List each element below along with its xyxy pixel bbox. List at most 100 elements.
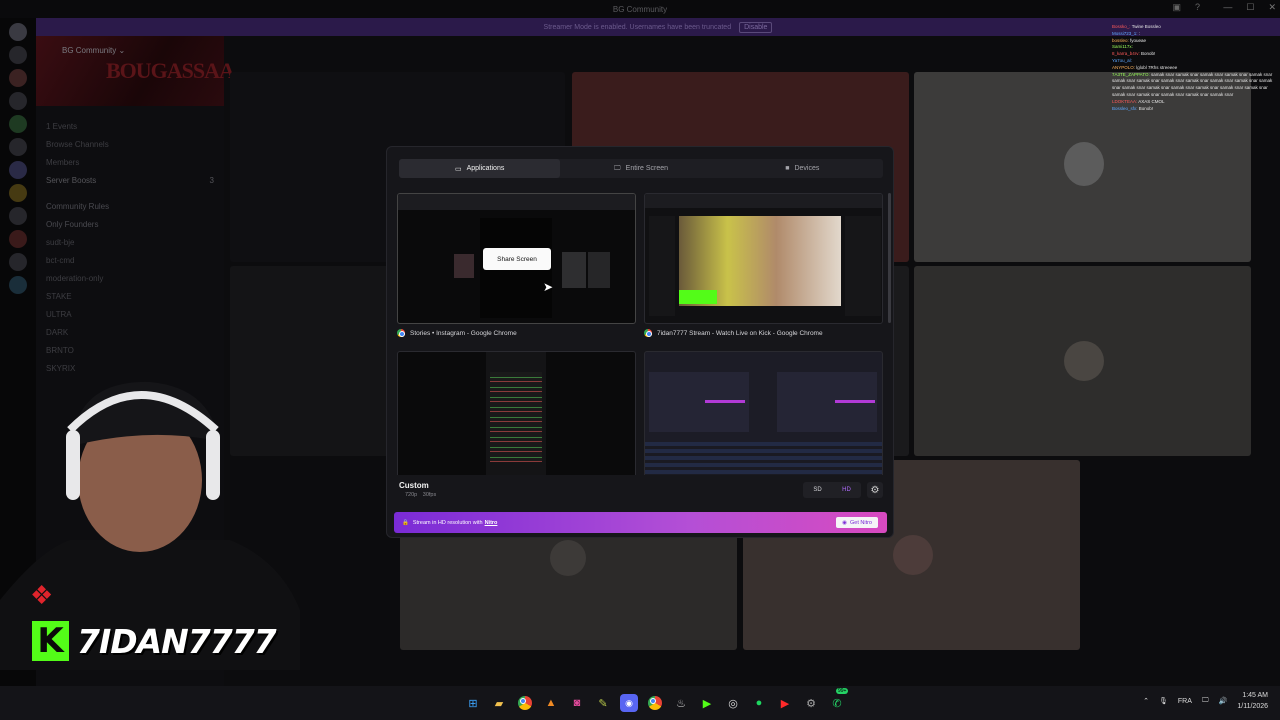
chrome-alt-icon[interactable]	[646, 694, 664, 712]
windows-start-icon[interactable]: ⊞	[464, 694, 482, 712]
disable-streamer-mode-button[interactable]: Disable	[739, 21, 773, 33]
lock-icon: 🔒	[402, 519, 409, 526]
kick-icon[interactable]: ▶	[698, 694, 716, 712]
chrome-icon	[644, 329, 652, 337]
channel-item[interactable]: STAKE	[46, 288, 214, 306]
boosts-label: Server Boosts	[46, 176, 97, 185]
taskbar-apps: ⊞ ▰ ▲ ◙ ✎ ◉ ♨ ▶ ◎ ● ▶ ⚙ ✆ 99+	[464, 688, 849, 712]
sidebar-item-boosts[interactable]: Server Boosts 3	[46, 172, 214, 190]
server-icon[interactable]	[9, 46, 27, 64]
source-caption: 7idan7777 Stream - Watch Live on Kick - …	[644, 329, 883, 337]
source-thumbnail	[644, 351, 883, 475]
voice-user[interactable]: DARK	[46, 324, 214, 342]
maximize-icon[interactable]: ☐	[1246, 2, 1254, 13]
server-icon[interactable]	[9, 92, 27, 110]
streamer-mode-text: Streamer Mode is enabled. Usernames have…	[543, 23, 732, 31]
settings-icon[interactable]: ⚙	[802, 694, 820, 712]
sidebar-item-members[interactable]: Members	[46, 154, 214, 172]
fps-value: 30fps	[422, 492, 437, 498]
pen-icon[interactable]: ✎	[594, 694, 612, 712]
share-screen-button[interactable]: Share Screen	[483, 248, 551, 270]
server-icon[interactable]	[9, 230, 27, 248]
tab-applications[interactable]: ▭ Applications	[399, 159, 561, 178]
sd-option[interactable]: SD	[803, 482, 832, 498]
get-nitro-button[interactable]: ◉ Get Nitro	[836, 517, 878, 528]
monitor-icon: 🖵	[613, 164, 621, 172]
channel-item[interactable]: ULTRA	[46, 306, 214, 324]
tab-label: Devices	[794, 165, 820, 172]
discord-icon[interactable]: ◉	[620, 694, 638, 712]
sidebar-item-events[interactable]: 1 Events	[46, 118, 214, 136]
settings-gear-icon[interactable]: ⚙	[867, 482, 883, 498]
source-card-obs[interactable]	[644, 351, 883, 475]
server-wordmark: BOUGASSAA	[106, 58, 235, 83]
sidebar-item-browse[interactable]: Browse Channels	[46, 136, 214, 154]
streamer-brand: K 7IDAN7777	[32, 621, 277, 661]
microphone-icon[interactable]: 🎙	[1159, 697, 1168, 705]
camera-icon: ■	[785, 165, 790, 172]
nitro-link[interactable]: Nitro	[485, 520, 498, 526]
source-card[interactable]	[397, 351, 636, 475]
taskbar: ⊞ ▰ ▲ ◙ ✎ ◉ ♨ ▶ ◎ ● ▶ ⚙ ✆ 99+ ⌃ 🎙 FRA 🖵 …	[0, 686, 1280, 720]
server-icon[interactable]	[9, 253, 27, 271]
chat-username: Bossko_:	[1112, 24, 1132, 29]
volume-icon[interactable]: 🔊	[1219, 697, 1228, 705]
guild-name[interactable]: BG Community ⌄	[62, 46, 125, 55]
channel-item[interactable]: bct-cmd	[46, 252, 214, 270]
whatsapp-icon[interactable]: ✆ 99+	[828, 688, 849, 712]
server-icon[interactable]	[9, 69, 27, 87]
file-explorer-icon[interactable]: ▰	[490, 694, 508, 712]
category-founders[interactable]: Only Founders	[46, 216, 214, 234]
language-indicator[interactable]: FRA	[1178, 698, 1192, 705]
channel-item[interactable]: sudt-bje	[46, 234, 214, 252]
server-icon[interactable]	[9, 207, 27, 225]
avatar	[550, 540, 586, 576]
network-icon[interactable]: 🖵	[1202, 697, 1209, 705]
avatar	[1064, 341, 1104, 381]
resolution-value: 720p	[405, 492, 418, 498]
chat-message: LDOKTEAA: AXAS CMOL	[1112, 99, 1277, 106]
source-title: Stories • Instagram - Google Chrome	[410, 329, 517, 337]
channel-item[interactable]: moderation-only	[46, 270, 214, 288]
source-card-instagram[interactable]: Share Screen ➤ Stories • Instagram - Goo…	[397, 193, 636, 337]
source-grid: Share Screen ➤ Stories • Instagram - Goo…	[397, 193, 885, 475]
chrome-icon[interactable]	[516, 694, 534, 712]
vlc-icon[interactable]: ▲	[542, 694, 560, 712]
spotify-icon[interactable]: ●	[750, 694, 768, 712]
minimize-icon[interactable]: —	[1223, 2, 1232, 13]
chat-username: Ya7ou_al:	[1112, 57, 1132, 63]
obs-icon[interactable]: ◎	[724, 694, 742, 712]
help-icon[interactable]: ?	[1195, 2, 1200, 13]
quality-controls: SD HD ⚙	[803, 482, 883, 498]
category-rules[interactable]: Community Rules	[46, 198, 214, 216]
tab-entire-screen[interactable]: 🖵 Entire Screen	[560, 159, 721, 178]
nitro-text: Stream in HD resolution with	[412, 519, 483, 526]
server-icon[interactable]	[9, 184, 27, 202]
chat-text: AXAS CMOL	[1138, 98, 1165, 104]
nitro-icon: ◉	[842, 519, 847, 526]
get-nitro-label: Get Nitro	[849, 519, 872, 526]
server-icon[interactable]	[9, 138, 27, 156]
chevron-up-icon[interactable]: ⌃	[1143, 697, 1149, 705]
server-icon[interactable]	[9, 23, 27, 41]
video-tile[interactable]	[914, 266, 1251, 456]
server-icon[interactable]	[9, 115, 27, 133]
clock[interactable]: 1:45 AM 1/11/2026	[1237, 690, 1268, 712]
source-scrollbar[interactable]	[888, 193, 891, 323]
steam-icon[interactable]: ♨	[672, 694, 690, 712]
chat-text: Bonob!	[1141, 51, 1156, 57]
flame-logo-icon: ❖	[30, 580, 54, 610]
chat-username: 8_karra_b4rv:	[1112, 51, 1142, 57]
server-icon[interactable]	[9, 161, 27, 179]
server-icon[interactable]	[9, 276, 27, 294]
inbox-icon[interactable]: ▣	[1172, 2, 1181, 13]
youtube-icon[interactable]: ▶	[776, 694, 794, 712]
close-icon[interactable]: ✕	[1268, 2, 1276, 13]
source-card-kick[interactable]: 7idan7777 Stream - Watch Live on Kick - …	[644, 193, 883, 337]
source-caption: Stories • Instagram - Google Chrome	[397, 329, 636, 337]
voice-user[interactable]: BRNTO	[46, 342, 214, 360]
hd-option[interactable]: HD	[832, 482, 861, 498]
chat-text: fyoueae	[1130, 37, 1147, 43]
tab-devices[interactable]: ■ Devices	[722, 159, 883, 178]
photos-icon[interactable]: ◙	[568, 694, 586, 712]
